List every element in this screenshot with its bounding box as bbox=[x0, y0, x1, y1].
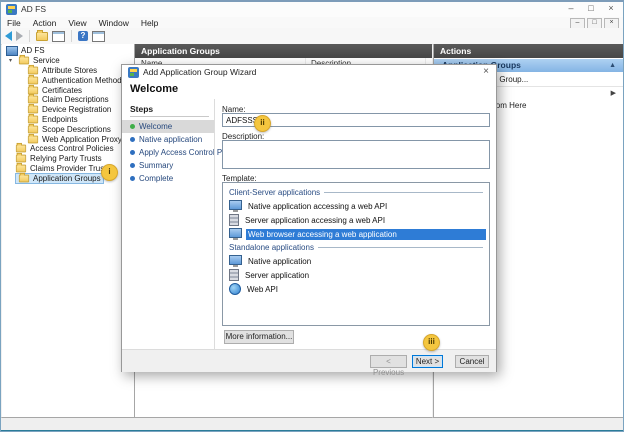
steps-divider bbox=[130, 116, 209, 117]
folder-icon bbox=[16, 155, 26, 163]
server-app-icon bbox=[229, 269, 239, 281]
console-tree-icon[interactable] bbox=[52, 31, 65, 42]
folder-icon bbox=[28, 86, 38, 94]
group-rule bbox=[318, 247, 483, 248]
adfs-management-window: AD FS – □ × File Action View Window Help… bbox=[0, 0, 624, 432]
native-app-icon bbox=[229, 255, 242, 265]
folder-icon bbox=[28, 116, 38, 124]
server-app-icon bbox=[229, 214, 239, 226]
annotation-i: i bbox=[101, 164, 118, 181]
window-title: AD FS bbox=[21, 4, 46, 14]
actions-header: Actions bbox=[434, 44, 624, 58]
menu-action[interactable]: Action bbox=[27, 18, 63, 28]
close-button[interactable]: × bbox=[605, 3, 617, 13]
annotation-ii: ii bbox=[254, 115, 271, 132]
console-tree-panel: AD FS ▾ Service Attribute Stores Authent… bbox=[2, 44, 135, 418]
step-complete[interactable]: Complete bbox=[122, 172, 214, 185]
step-welcome[interactable]: Welcome bbox=[122, 120, 214, 133]
dialog-footer: < Previous Next > Cancel bbox=[122, 349, 496, 372]
step-dot-icon bbox=[130, 137, 135, 142]
chevron-down-icon[interactable]: ▾ bbox=[9, 57, 15, 64]
minimize-button[interactable]: – bbox=[565, 3, 577, 13]
collapse-icon[interactable]: ▲ bbox=[609, 59, 616, 72]
console-root-icon bbox=[6, 46, 18, 56]
action-pane-icon[interactable] bbox=[92, 31, 105, 42]
tree-item-attribute-stores[interactable]: Attribute Stores bbox=[2, 66, 134, 76]
toolbar-separator bbox=[71, 30, 72, 42]
add-application-group-wizard-dialog: Add Application Group Wizard × Welcome S… bbox=[121, 64, 497, 372]
step-dot-icon bbox=[130, 150, 135, 155]
forward-icon[interactable] bbox=[16, 31, 23, 41]
steps-label: Steps bbox=[130, 104, 153, 114]
menu-window[interactable]: Window bbox=[93, 18, 135, 28]
toolbar-separator bbox=[29, 30, 30, 42]
folder-icon bbox=[28, 125, 38, 133]
folder-icon bbox=[28, 106, 38, 114]
group-rule bbox=[324, 192, 483, 193]
template-native-application[interactable]: Native application bbox=[223, 254, 489, 268]
tree-item-service[interactable]: ▾ Service bbox=[2, 56, 134, 66]
step-native-application[interactable]: Native application bbox=[122, 133, 214, 146]
template-native-accessing-webapi[interactable]: Native application accessing a web API bbox=[223, 199, 489, 213]
menu-bar: File Action View Window Help bbox=[1, 17, 623, 28]
export-folder-icon[interactable] bbox=[36, 32, 48, 41]
toolbar: ? bbox=[1, 28, 623, 45]
title-bar: AD FS – □ × bbox=[1, 2, 623, 17]
folder-icon bbox=[28, 96, 38, 104]
template-web-browser-accessing-webapp[interactable]: Web browser accessing a web application bbox=[223, 227, 489, 241]
tree-item-claim-descriptions[interactable]: Claim Descriptions bbox=[2, 95, 134, 105]
next-button[interactable]: Next > bbox=[412, 355, 443, 368]
status-strip bbox=[1, 417, 623, 431]
browser-app-icon bbox=[229, 228, 242, 238]
wizard-steps-pane: Steps Welcome Native application Apply A… bbox=[122, 99, 214, 349]
template-server-accessing-webapi[interactable]: Server application accessing a web API bbox=[223, 213, 489, 227]
step-apply-access-control-policy[interactable]: Apply Access Control Policy bbox=[122, 146, 214, 159]
tree-item-device-registration[interactable]: Device Registration bbox=[2, 105, 134, 115]
folder-icon bbox=[28, 76, 38, 84]
native-app-icon bbox=[229, 200, 242, 210]
tree-item-scope-descriptions[interactable]: Scope Descriptions bbox=[2, 124, 134, 134]
menu-help[interactable]: Help bbox=[135, 18, 164, 28]
dialog-close-icon[interactable]: × bbox=[483, 66, 489, 77]
steps-vertical-divider bbox=[214, 99, 215, 349]
dialog-title: Add Application Group Wizard bbox=[143, 67, 256, 77]
menu-view[interactable]: View bbox=[62, 18, 92, 28]
help-icon[interactable]: ? bbox=[78, 31, 88, 41]
more-information-button[interactable]: More information... bbox=[224, 330, 294, 344]
maximize-button[interactable]: □ bbox=[585, 3, 597, 13]
step-summary[interactable]: Summary bbox=[122, 159, 214, 172]
folder-icon bbox=[28, 67, 38, 75]
tree-item-certificates[interactable]: Certificates bbox=[2, 85, 134, 95]
step-dot-icon bbox=[130, 163, 135, 168]
template-server-application[interactable]: Server application bbox=[223, 268, 489, 282]
cancel-button[interactable]: Cancel bbox=[455, 355, 489, 368]
step-current-dot-icon bbox=[130, 124, 135, 129]
wizard-page-heading: Welcome bbox=[130, 83, 178, 95]
folder-icon bbox=[19, 174, 29, 182]
tree-item-endpoints[interactable]: Endpoints bbox=[2, 115, 134, 125]
description-input[interactable] bbox=[222, 140, 490, 169]
web-api-globe-icon bbox=[229, 283, 241, 295]
folder-icon bbox=[16, 165, 26, 173]
menu-file[interactable]: File bbox=[1, 18, 27, 28]
previous-button[interactable]: < Previous bbox=[370, 355, 407, 368]
folder-icon bbox=[16, 145, 26, 153]
template-list: Client-Server applications Native applic… bbox=[222, 182, 490, 326]
template-web-api[interactable]: Web API bbox=[223, 282, 489, 296]
tree-item-authentication-methods[interactable]: Authentication Methods bbox=[2, 75, 134, 85]
annotation-iii: iii bbox=[423, 334, 440, 351]
back-icon[interactable] bbox=[5, 31, 12, 41]
step-dot-icon bbox=[130, 176, 135, 181]
wizard-icon bbox=[128, 67, 139, 78]
template-group-standalone: Standalone applications bbox=[223, 241, 489, 254]
app-icon bbox=[6, 4, 17, 15]
list-panel-header: Application Groups bbox=[135, 44, 432, 58]
folder-icon bbox=[28, 135, 38, 143]
folder-icon bbox=[19, 57, 29, 65]
dialog-title-bar: Add Application Group Wizard × bbox=[122, 65, 496, 80]
template-group-client-server: Client-Server applications bbox=[223, 186, 489, 199]
